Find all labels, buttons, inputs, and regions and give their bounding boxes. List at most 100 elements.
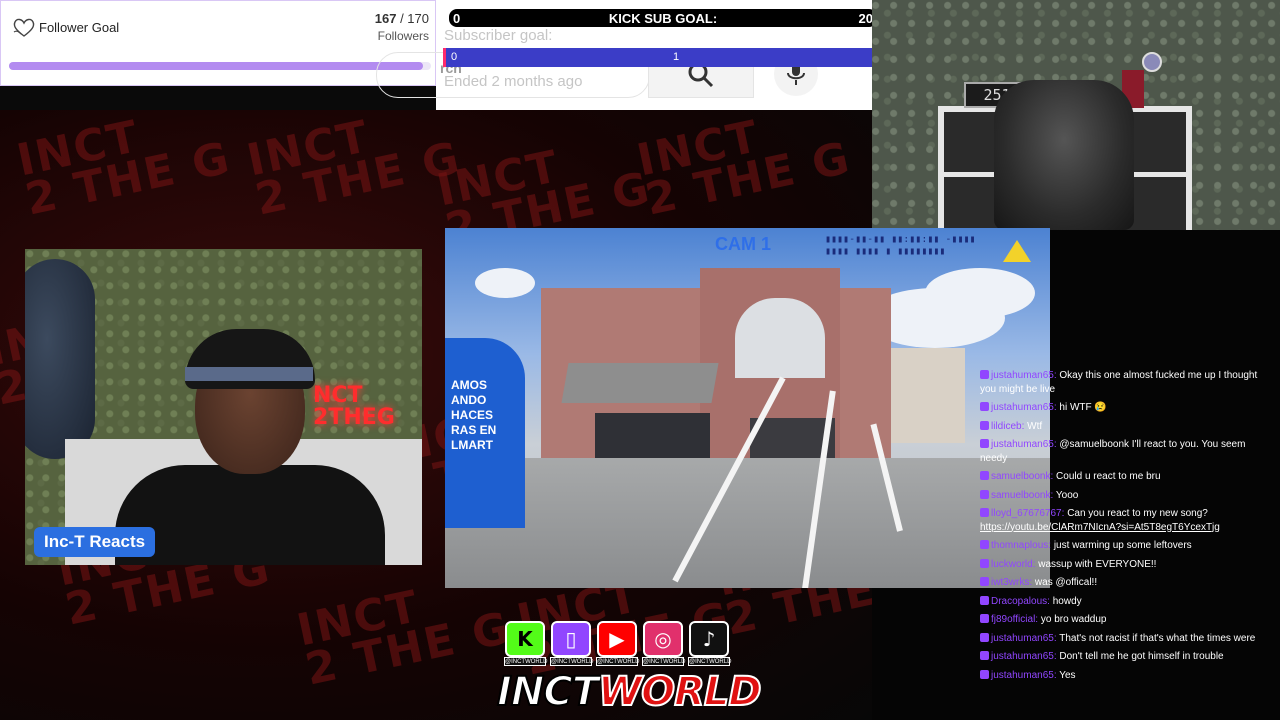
chat-text: Can you react to my new song? — [1067, 508, 1208, 519]
kick-icon: K — [517, 627, 533, 651]
subscriber-badge-icon — [980, 471, 989, 480]
chat-text: yo bro waddup — [1040, 614, 1107, 625]
cam-label: CAM 1 — [715, 234, 772, 254]
youtube-handle: @INCTWORLD — [596, 657, 640, 666]
chat-text: Yes — [1059, 669, 1076, 681]
purple-orb — [1142, 52, 1162, 72]
streamer-camera: NCT 2THEG Inc-T Reacts — [25, 249, 422, 565]
parking-lot — [445, 458, 1050, 588]
chat-text: Yooo — [1055, 489, 1079, 501]
youtube-icon: ▶ — [609, 627, 625, 651]
subscriber-badge-icon — [980, 370, 989, 379]
brand-tile-text: INCT 2 THE G — [632, 110, 856, 226]
subscriber-badge-icon — [980, 420, 989, 430]
chat-message: justahuman65: That's not racist if that'… — [980, 632, 1272, 646]
chat-message: samuelboonk: Could u react to me bru — [980, 470, 1272, 484]
chat-message: justahuman65: Okay this one almost fucke… — [980, 369, 1272, 396]
video-timestamp: ▮▮▮▮-▮▮-▮▮ ▮▮:▮▮:▮▮ -▮▮▮▮ ▮▮▮▮ ▮▮▮▮ ▮ ▮▮▮… — [825, 234, 976, 257]
subscriber-badge-icon — [980, 577, 989, 586]
kick-goal-max: 20 — [858, 11, 873, 26]
subscriber-badge-icon — [980, 651, 989, 660]
subscriber-badge-icon — [980, 595, 989, 605]
follower-separator: / — [396, 11, 408, 26]
chat-username[interactable]: thomnaplous — [991, 540, 1048, 551]
chat-username[interactable]: justahuman65 — [991, 670, 1054, 681]
gaming-chair — [994, 80, 1134, 230]
follower-goal-progress-track — [9, 62, 431, 70]
subscriber-badge-icon — [980, 402, 989, 411]
subscriber-badge-icon — [980, 614, 989, 623]
chat-message: justahuman65: @samuelboonk I'll react to… — [980, 438, 1272, 465]
cloud — [925, 268, 1035, 318]
heart-hands-icon — [13, 18, 35, 37]
tiktok-link[interactable]: ♪ — [689, 621, 729, 657]
chat-text: wassup with EVERYONE!! — [1038, 558, 1157, 570]
billboard-text: AMOS ANDO HACES RAS EN LMART — [451, 378, 497, 452]
follower-goal-title: Follower Goal — [39, 20, 120, 35]
instagram-link[interactable]: ◎ — [643, 621, 683, 657]
chat-link[interactable]: https://youtu.be/ClARm7NIcnA?si=At5T8egT… — [980, 522, 1220, 533]
chat-text: was @offical!! — [1034, 577, 1098, 588]
chat-message: lloyd_67676767: Can you react to my new … — [980, 507, 1272, 534]
follower-current: 167 — [374, 11, 397, 26]
store-arch-window — [735, 298, 825, 378]
sub-bar-mid: 1 — [673, 51, 680, 63]
subscriber-badge-icon — [980, 439, 989, 448]
social-icons-bar: K @INCTWORLD ▯ @INCTWORLD ▶ @INCTWORLD ◎ @INCTW… — [504, 621, 735, 667]
kick-handle: @INCTWORLD — [504, 657, 548, 666]
chat-username[interactable]: justahuman65 — [991, 402, 1054, 413]
follower-goal-widget: Follower Goal 167 / 170 Followers — [0, 0, 436, 86]
chat-message: iwt3wrks: was @offical!! — [980, 576, 1272, 590]
chat-username[interactable]: iwt3wrks — [991, 577, 1029, 588]
chat-username[interactable]: luckworld — [991, 559, 1033, 570]
subscriber-goal-status: Ended 2 months ago — [444, 73, 583, 90]
room-webcam: 251 — [872, 0, 1280, 230]
bodycam-video[interactable]: AMOS ANDO HACES RAS EN LMART CAM 1 ▮▮▮▮-… — [445, 228, 1050, 588]
chat-message: justahuman65: Yes — [980, 669, 1272, 683]
subscriber-goal-label: Subscriber goal: — [444, 27, 553, 44]
chat-message: justahuman65: hi WTF 😢 — [980, 401, 1272, 415]
chat-message: Dracopalous: howdy — [980, 595, 1272, 609]
chat-message: samuelboonk: Yooo — [980, 489, 1272, 503]
brand-tile-text: INCT 2 THE G — [12, 110, 236, 226]
chat-username[interactable]: justahuman65 — [991, 633, 1054, 644]
follower-goal-count: 167 / 170 — [375, 11, 429, 26]
twitch-link[interactable]: ▯ — [551, 621, 591, 657]
chat-username[interactable]: justahuman65 — [991, 439, 1054, 450]
youtube-link[interactable]: ▶ — [597, 621, 637, 657]
chat-username[interactable]: justahuman65 — [991, 651, 1054, 662]
chat-text: Could u react to me bru — [1056, 471, 1161, 482]
chat-text: hi WTF 😢 — [1059, 402, 1107, 413]
tiktok-icon: ♪ — [702, 627, 716, 651]
warning-triangle-icon — [1003, 240, 1031, 262]
chat-message: justahuman65: Don't tell me he got himse… — [980, 650, 1272, 664]
chat-username[interactable]: Dracopalous — [991, 596, 1047, 607]
subscriber-badge-icon — [980, 489, 989, 499]
streamer-name-tag: Inc-T Reacts — [34, 527, 156, 557]
chat-username[interactable]: samuelboonk — [991, 471, 1050, 482]
chat-username[interactable]: lloyd_67676767 — [991, 508, 1062, 519]
chat-text: Don't tell me he got himself in trouble — [1059, 651, 1224, 662]
chat-username[interactable]: justahuman65 — [991, 370, 1054, 381]
follower-goal-progress-fill — [9, 62, 424, 70]
chat-message: luckworld: wassup with EVERYONE!! — [980, 558, 1272, 572]
subscriber-badge-icon — [980, 669, 989, 679]
streamer-figure — [85, 289, 385, 565]
chat-message: lildiceb: Wtf — [980, 420, 1272, 434]
chat-username[interactable]: lildiceb — [991, 421, 1022, 432]
chat-message: thomnaplous: just warming up some leftov… — [980, 539, 1272, 553]
cloud — [475, 268, 535, 298]
chat-feed: justahuman65: Okay this one almost fucke… — [980, 369, 1272, 687]
inct-world-logo: INCTWORLD — [496, 667, 763, 717]
chat-message: fj89official: yo bro waddup — [980, 613, 1272, 627]
brand-tile-text: INCT 2 THE G — [242, 110, 466, 226]
instagram-handle: @INCTWORLD — [642, 657, 686, 666]
chat-username[interactable]: fj89official — [991, 614, 1035, 625]
chat-text: just warming up some leftovers — [1053, 540, 1192, 551]
kick-link[interactable]: K — [505, 621, 545, 657]
twitch-icon: ▯ — [565, 627, 577, 651]
subscriber-badge-icon — [980, 508, 989, 517]
subscriber-badge-icon — [980, 558, 989, 568]
logo-part-world: WORLD — [597, 668, 763, 716]
chat-username[interactable]: samuelboonk — [991, 490, 1050, 501]
